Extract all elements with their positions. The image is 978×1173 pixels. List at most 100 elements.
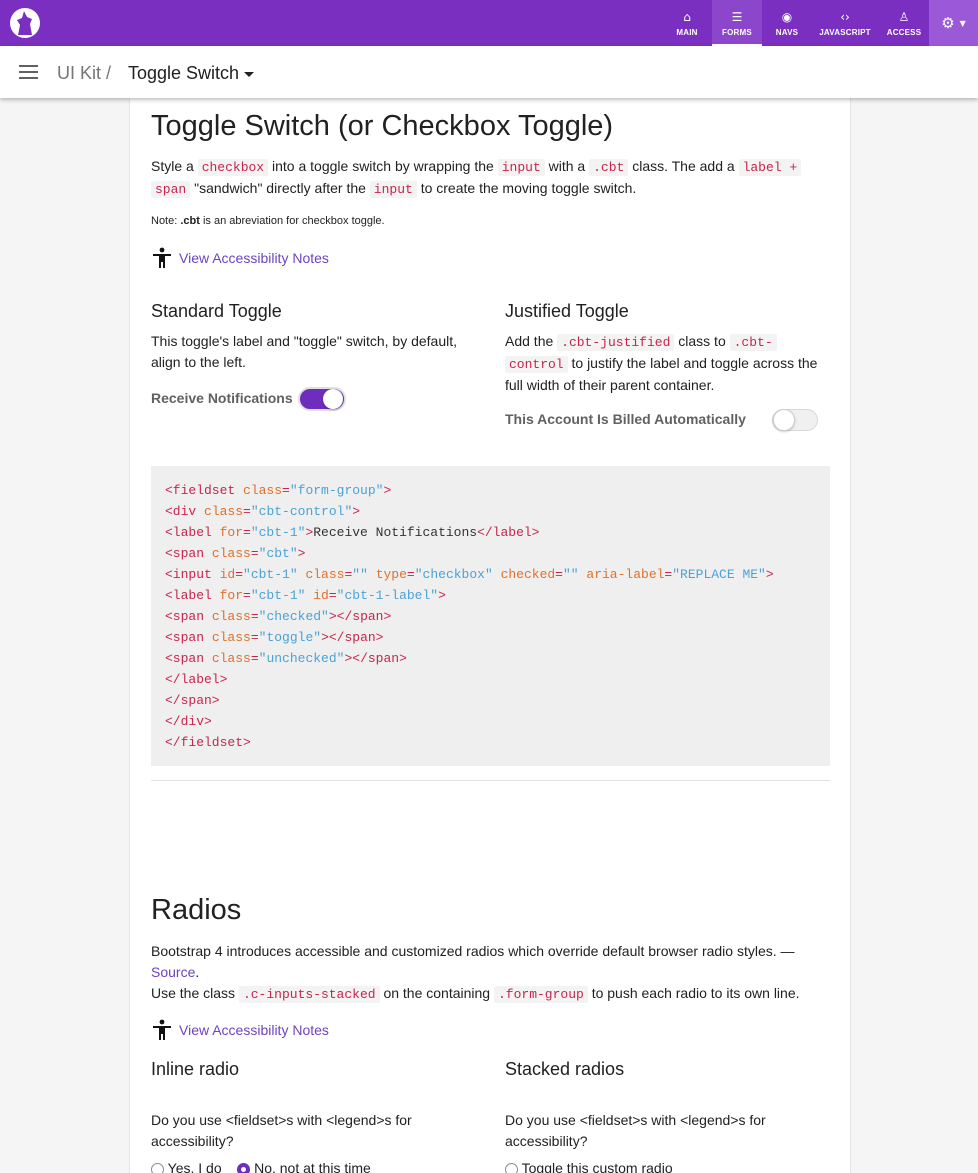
code-snippet: .cbt-justified [557, 334, 675, 351]
code-snippet: control [505, 356, 568, 373]
code-snippet: .c-inputs-stacked [238, 986, 380, 1003]
a11y-notes-link-radios[interactable]: View Accessibility Notes [151, 1019, 329, 1041]
code-line: <label for="cbt-1" id="cbt-1-label"> [165, 588, 446, 603]
page-header: UI Kit / Toggle Switch [0, 46, 978, 98]
stacked-radio-question: Do you use <fieldset>s with <legend>s fo… [505, 1112, 766, 1149]
gear-icon: ⚙ [941, 14, 955, 32]
a11y-link-text[interactable]: View Accessibility Notes [179, 1022, 329, 1038]
caret-down-icon [244, 71, 255, 77]
brand-logo[interactable] [10, 8, 40, 38]
breadcrumb-root[interactable]: UI Kit / [57, 63, 111, 84]
text: class. The add a [632, 158, 735, 174]
chevron-down-icon: ▼ [959, 18, 966, 28]
nav-navs[interactable]: ◉ NAVS [768, 0, 806, 46]
note-text: is an abreviation for checkbox toggle. [202, 215, 385, 227]
settings-menu-button[interactable]: ⚙ ▼ [929, 0, 978, 46]
code-snippet: checkbox [197, 159, 269, 176]
breadcrumb-current-dropdown[interactable]: Toggle Switch [128, 63, 255, 84]
text: class to [678, 333, 726, 349]
inline-radio-options: Yes, I do No, not at this time [151, 1158, 371, 1173]
accessibility-icon [153, 247, 171, 268]
compass-icon: ◉ [781, 9, 793, 24]
receive-notifications-label[interactable]: Receive Notifications [151, 390, 293, 406]
text: on the containing [383, 985, 491, 1001]
nav-label: JAVASCRIPT [819, 27, 871, 37]
wolf-logo-icon [17, 11, 32, 35]
list-icon: ☰ [731, 9, 743, 24]
code-icon: ‹› [840, 9, 850, 24]
text: "sandwich" directly after the [194, 180, 366, 196]
receive-notifications-toggle[interactable] [298, 387, 346, 411]
standard-toggle-heading: Standard Toggle [151, 301, 282, 321]
nav-label: MAIN [676, 27, 698, 37]
billed-automatically-toggle[interactable] [772, 409, 818, 431]
standard-toggle-desc: This toggle's label and "toggle" switch,… [151, 333, 458, 370]
text: with a [548, 158, 586, 174]
text: to create the moving toggle switch. [420, 180, 637, 196]
text: Bootstrap 4 introduces accessible and cu… [151, 943, 795, 959]
content-card: Toggle Switch (or Checkbox Toggle) Style… [129, 98, 851, 1173]
nav-access[interactable]: ♙ ACCESS [882, 0, 926, 46]
text: . [195, 964, 200, 980]
code-snippet: .cbt- [729, 334, 777, 351]
breadcrumb-current-label: Toggle Switch [128, 63, 240, 83]
section-title-radios: Radios [151, 894, 242, 926]
radio-no[interactable] [237, 1162, 251, 1173]
code-line: </div> [165, 714, 212, 729]
nav-label: ACCESS [886, 27, 922, 37]
code-line: <span class="unchecked"></span> [165, 651, 407, 666]
section-divider [151, 780, 830, 781]
note-code: .cbt [180, 215, 200, 227]
toggle-note: Note: .cbt is an abreviation for checkbo… [151, 215, 385, 227]
top-navbar: ⌂ MAIN ☰ FORMS ◉ NAVS ‹› JAVASCRIPT ♙ AC… [0, 0, 978, 46]
code-line: <div class="cbt-control"> [165, 504, 361, 519]
note-prefix: Note: [151, 215, 178, 227]
source-link[interactable]: Source [151, 964, 195, 980]
nav-label: FORMS [722, 27, 752, 37]
radio-custom-label[interactable]: Toggle this custom radio [522, 1160, 673, 1173]
code-line: <fieldset class="form-group"> [165, 483, 392, 498]
radio-yes-label[interactable]: Yes, I do [168, 1160, 222, 1173]
justified-toggle-heading: Justified Toggle [505, 301, 629, 321]
nav-label: NAVS [775, 27, 799, 37]
code-line: <span class="toggle"></span> [165, 630, 384, 645]
code-snippet: input [497, 159, 545, 176]
text: to push each radio to its own line. [591, 985, 800, 1001]
radio-no-label[interactable]: No, not at this time [254, 1160, 371, 1173]
radio-custom[interactable] [505, 1162, 518, 1173]
radios-intro-text: Bootstrap 4 introduces accessible and cu… [151, 941, 831, 1005]
accessibility-icon: ♙ [898, 9, 910, 24]
home-icon: ⌂ [683, 9, 691, 24]
text: Style a [151, 158, 194, 174]
text: into a toggle switch by wrapping the [272, 158, 494, 174]
radio-yes[interactable] [151, 1162, 164, 1173]
nav-forms[interactable]: ☰ FORMS [712, 0, 762, 46]
code-line: </fieldset> [165, 735, 251, 750]
billed-automatically-label[interactable]: This Account Is Billed Automatically [505, 411, 746, 427]
code-snippet: .form-group [493, 986, 588, 1003]
toggle-knob [773, 409, 795, 431]
code-line: <span class="cbt"> [165, 546, 306, 561]
hamburger-menu-icon[interactable] [19, 65, 38, 79]
inline-radio-heading: Inline radio [151, 1059, 240, 1079]
code-line: <label for="cbt-1">Receive Notifications… [165, 525, 540, 540]
code-example-block: <fieldset class="form-group"> <div class… [151, 466, 830, 766]
a11y-notes-link-toggle[interactable]: View Accessibility Notes [151, 247, 329, 269]
code-line: </label> [165, 672, 228, 687]
stacked-radios-heading: Stacked radios [505, 1059, 625, 1079]
a11y-link-text[interactable]: View Accessibility Notes [179, 250, 329, 266]
code-line: <input id="cbt-1" class="" type="checkbo… [165, 567, 774, 582]
code-line: </span> [165, 693, 220, 708]
nav-main[interactable]: ⌂ MAIN [668, 0, 706, 46]
nav-javascript[interactable]: ‹› JAVASCRIPT [814, 0, 876, 46]
inline-radio-question: Do you use <fieldset>s with <legend>s fo… [151, 1112, 412, 1149]
justified-toggle-desc: Add the .cbt-justified class to .cbt- co… [505, 331, 825, 396]
toggle-knob [323, 389, 343, 409]
text: Add the [505, 333, 554, 349]
code-snippet: .cbt [589, 159, 629, 176]
toggle-intro-text: Style a checkbox into a toggle switch by… [151, 156, 821, 200]
accessibility-icon [153, 1019, 171, 1040]
text: Use the class [151, 985, 236, 1001]
code-snippet: input [369, 181, 417, 198]
section-title-toggle: Toggle Switch (or Checkbox Toggle) [151, 110, 614, 142]
